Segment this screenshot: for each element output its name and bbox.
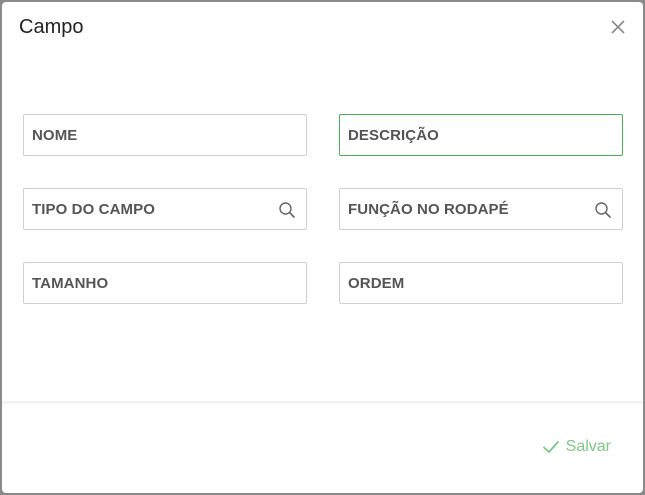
search-icon[interactable] — [278, 201, 296, 219]
save-button[interactable]: Salvar — [542, 438, 611, 456]
nome-label: NOME — [32, 127, 78, 144]
footer-divider — [2, 401, 643, 404]
tamanho-field[interactable]: TAMANHO — [23, 262, 307, 304]
close-button[interactable] — [609, 18, 627, 36]
ordem-label: ORDEM — [348, 275, 405, 292]
tamanho-label: TAMANHO — [32, 275, 109, 292]
descricao-label: DESCRIÇÃO — [348, 127, 439, 144]
tipo-do-campo-label: TIPO DO CAMPO — [32, 201, 155, 218]
ordem-field[interactable]: ORDEM — [339, 262, 623, 304]
descricao-field[interactable]: DESCRIÇÃO — [339, 114, 623, 156]
nome-field[interactable]: NOME — [23, 114, 307, 156]
dialog-title: Campo — [19, 16, 84, 38]
tipo-do-campo-field[interactable]: TIPO DO CAMPO — [23, 188, 307, 230]
field-dialog: Campo NOME DESCRIÇÃO TIPO DO CAMPO FUNÇÃ… — [2, 2, 643, 493]
funcao-no-rodape-field[interactable]: FUNÇÃO NO RODAPÉ — [339, 188, 623, 230]
save-label: Salvar — [565, 438, 611, 455]
close-icon — [611, 20, 625, 34]
funcao-no-rodape-label: FUNÇÃO NO RODAPÉ — [348, 201, 509, 218]
check-icon — [542, 441, 559, 453]
search-icon[interactable] — [594, 201, 612, 219]
